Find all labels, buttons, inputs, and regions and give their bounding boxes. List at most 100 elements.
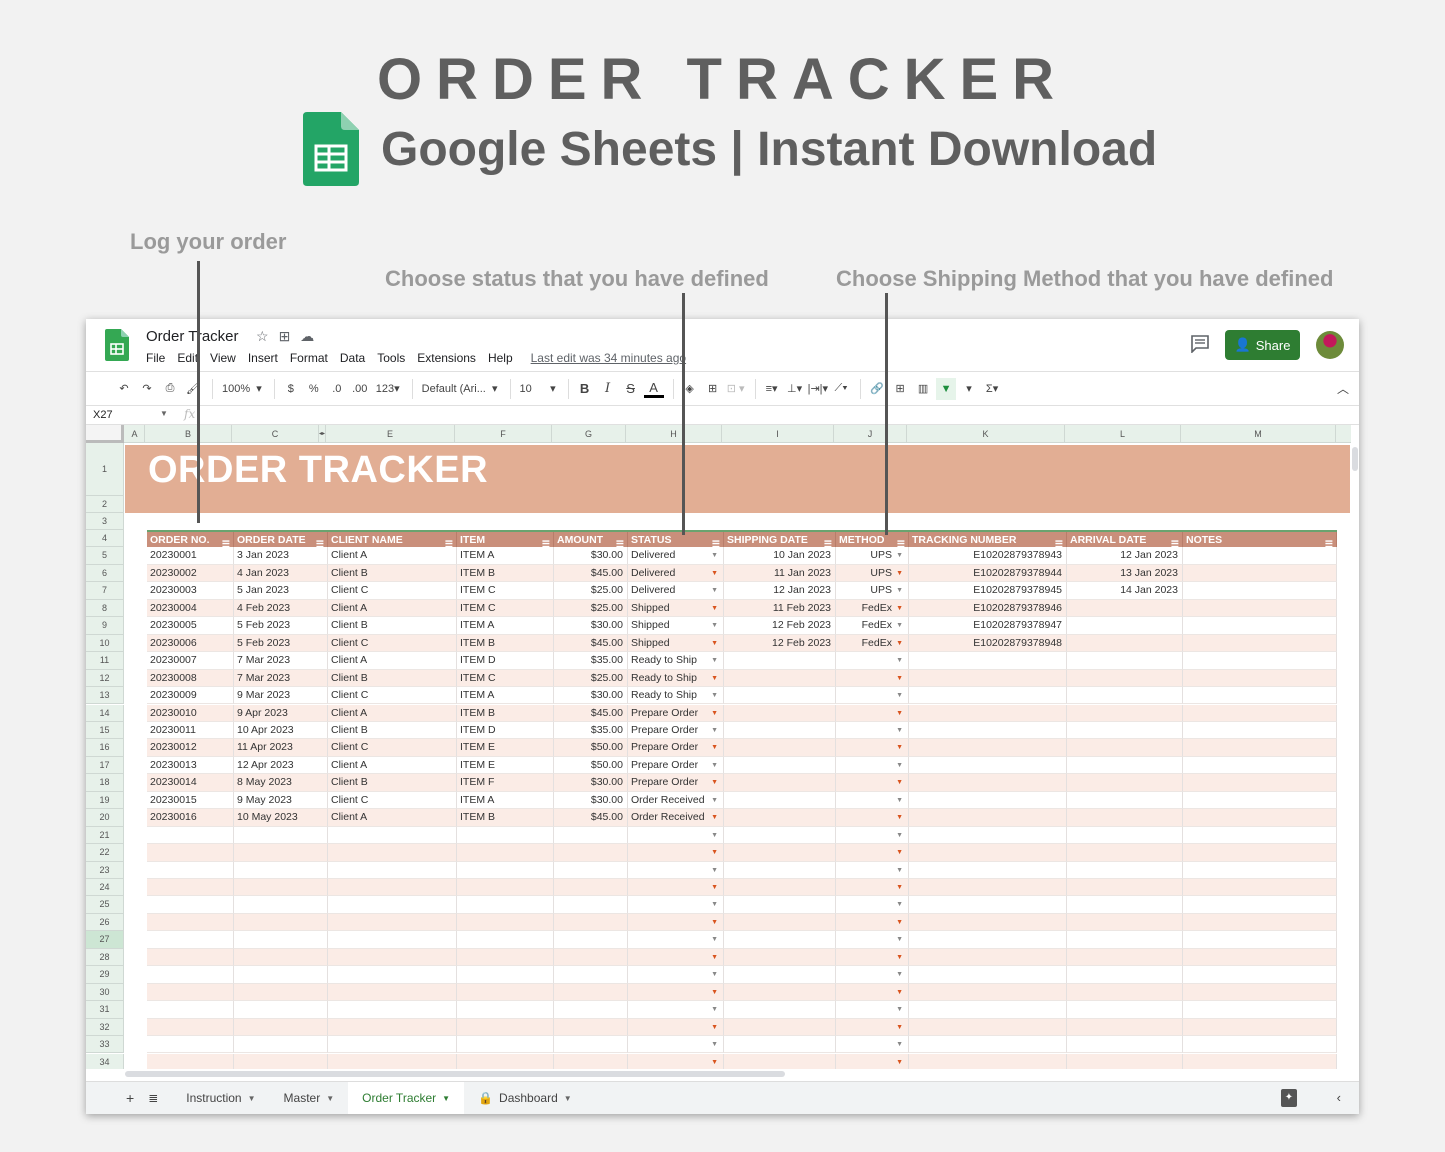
table-cell[interactable] xyxy=(724,1036,836,1054)
table-cell[interactable] xyxy=(1067,913,1183,932)
table-cell[interactable]: ▼ xyxy=(836,756,909,775)
dropdown-chevron-icon[interactable]: ▼ xyxy=(896,792,903,808)
dropdown-chevron-icon[interactable]: ▼ xyxy=(896,582,903,598)
table-cell[interactable]: ITEM D xyxy=(457,652,554,670)
table-cell[interactable] xyxy=(1067,844,1183,862)
table-cell[interactable]: 7 Mar 2023 xyxy=(234,652,328,670)
undo-icon[interactable]: ↶ xyxy=(114,378,134,400)
table-cell[interactable] xyxy=(147,913,234,932)
dropdown-chevron-icon[interactable]: ▼ xyxy=(711,966,718,982)
column-filter-icon[interactable]: ☰ xyxy=(222,536,230,547)
table-cell[interactable] xyxy=(724,826,836,845)
row-header[interactable]: 10 xyxy=(86,634,124,653)
dropdown-chevron-icon[interactable]: ▼ xyxy=(711,757,718,773)
row-header[interactable]: 25 xyxy=(86,896,124,914)
column-header[interactable]: K xyxy=(907,425,1065,443)
vertical-scrollbar[interactable] xyxy=(1351,443,1359,1069)
table-cell[interactable]: ITEM E xyxy=(457,739,554,757)
table-cell[interactable]: Client B xyxy=(328,669,457,688)
table-cell[interactable]: FedEx ▼ xyxy=(836,634,909,653)
table-cell[interactable] xyxy=(554,879,628,897)
table-cell[interactable] xyxy=(1067,983,1183,1002)
row-header[interactable]: 24 xyxy=(86,879,124,897)
row-header[interactable]: 12 xyxy=(86,669,124,688)
table-cell[interactable] xyxy=(554,861,628,879)
table-cell[interactable] xyxy=(1067,791,1183,810)
table-cell[interactable]: ▼ xyxy=(836,791,909,810)
dropdown-chevron-icon[interactable]: ▼ xyxy=(711,827,718,843)
name-box-dropdown-icon[interactable]: ▼ xyxy=(160,409,168,418)
table-cell[interactable]: Prepare Order ▼ xyxy=(628,704,724,722)
tab-order-tracker[interactable]: Order Tracker ▼ xyxy=(348,1081,465,1114)
table-cell[interactable]: ▼ xyxy=(836,826,909,845)
dropdown-chevron-icon[interactable]: ▼ xyxy=(711,1054,718,1070)
table-cell[interactable] xyxy=(1067,1001,1183,1019)
table-cell[interactable] xyxy=(724,791,836,810)
table-cell[interactable] xyxy=(147,1001,234,1019)
table-cell[interactable]: $25.00 xyxy=(554,669,628,688)
dropdown-chevron-icon[interactable]: ▼ xyxy=(896,774,903,790)
table-cell[interactable] xyxy=(328,896,457,914)
dropdown-chevron-icon[interactable]: ▼ xyxy=(896,879,903,895)
table-cell[interactable] xyxy=(147,983,234,1002)
table-cell[interactable] xyxy=(1183,774,1337,792)
table-cell[interactable] xyxy=(457,966,554,984)
table-cell[interactable]: Client A xyxy=(328,652,457,670)
text-color-button[interactable]: A xyxy=(643,380,664,398)
table-cell[interactable] xyxy=(554,983,628,1002)
table-cell[interactable]: Client A xyxy=(328,756,457,775)
table-cell[interactable] xyxy=(1183,966,1337,984)
table-cell[interactable] xyxy=(147,1018,234,1037)
table-cell[interactable]: ▼ xyxy=(836,809,909,827)
dropdown-chevron-icon[interactable]: ▼ xyxy=(896,1001,903,1017)
row-header[interactable]: 14 xyxy=(86,704,124,722)
dropdown-chevron-icon[interactable]: ▼ xyxy=(711,600,718,616)
dropdown-chevron-icon[interactable]: ▼ xyxy=(711,722,718,738)
table-cell[interactable]: Client B xyxy=(328,774,457,792)
table-cell[interactable]: ▼ xyxy=(836,1001,909,1019)
table-cell[interactable]: Shipped ▼ xyxy=(628,599,724,618)
table-cell[interactable] xyxy=(147,879,234,897)
table-cell[interactable] xyxy=(1067,1053,1183,1069)
comment-history-icon[interactable] xyxy=(1190,335,1210,354)
dropdown-chevron-icon[interactable]: ▼ xyxy=(896,844,903,860)
column-filter-icon[interactable]: ☰ xyxy=(542,536,550,547)
dropdown-chevron-icon[interactable]: ▼ xyxy=(896,757,903,773)
user-avatar[interactable] xyxy=(1316,331,1344,359)
dropdown-chevron-icon[interactable]: ▼ xyxy=(711,617,718,633)
spreadsheet-grid[interactable]: A B C ◂▸ E F G H I J K L M 1 2 3 4 5 6 7 8 9 10 11 12 13 14 15 16 17… xyxy=(86,425,1351,1069)
row-header[interactable]: 4 xyxy=(86,530,124,548)
table-cell[interactable]: $45.00 xyxy=(554,634,628,653)
column-header[interactable]: C xyxy=(232,425,319,443)
dropdown-chevron-icon[interactable]: ▼ xyxy=(711,914,718,930)
table-cell[interactable] xyxy=(554,1018,628,1037)
table-cell[interactable] xyxy=(328,913,457,932)
dropdown-chevron-icon[interactable]: ▼ xyxy=(896,600,903,616)
table-cell[interactable] xyxy=(909,826,1067,845)
table-cell[interactable]: ▼ xyxy=(836,844,909,862)
table-cell[interactable] xyxy=(909,791,1067,810)
table-cell[interactable] xyxy=(328,931,457,949)
table-cell[interactable]: ▼ xyxy=(628,1053,724,1070)
table-cell[interactable] xyxy=(1067,634,1183,653)
table-cell[interactable] xyxy=(147,1053,234,1069)
table-cell[interactable]: 4 Feb 2023 xyxy=(234,599,328,618)
table-cell[interactable]: 13 Jan 2023 xyxy=(1067,564,1183,583)
table-cell[interactable]: ITEM B xyxy=(457,704,554,722)
table-cell[interactable]: Prepare Order ▼ xyxy=(628,756,724,775)
table-cell[interactable]: ITEM F xyxy=(457,774,554,792)
table-cell[interactable]: Order Received ▼ xyxy=(628,809,724,827)
dropdown-chevron-icon[interactable]: ▼ xyxy=(896,931,903,947)
table-cell[interactable] xyxy=(1067,1018,1183,1037)
table-cell[interactable]: 7 Mar 2023 xyxy=(234,669,328,688)
table-cell[interactable] xyxy=(909,1018,1067,1037)
table-cell[interactable] xyxy=(909,931,1067,949)
column-filter-icon[interactable]: ☰ xyxy=(445,536,453,547)
dropdown-chevron-icon[interactable]: ▼ xyxy=(896,722,903,738)
table-cell[interactable] xyxy=(1183,844,1337,862)
dropdown-chevron-icon[interactable]: ▼ xyxy=(711,565,718,581)
table-cell[interactable]: $50.00 xyxy=(554,756,628,775)
table-cell[interactable] xyxy=(147,1036,234,1054)
table-cell[interactable] xyxy=(1067,652,1183,670)
table-cell[interactable]: 10 May 2023 xyxy=(234,809,328,827)
